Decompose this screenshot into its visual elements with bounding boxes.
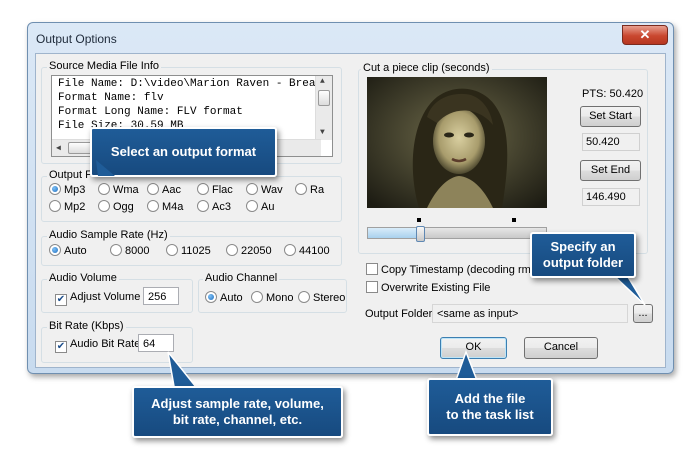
callout-text: Add the file <box>454 391 526 406</box>
callout-output-folder: Specify an output folder <box>530 232 636 278</box>
callout-add-to-task-list: Add the file to the task list <box>427 378 553 436</box>
callout-text: to the task list <box>446 407 534 422</box>
callout-text: output folder <box>542 255 624 270</box>
callout-text: Adjust sample rate, volume, <box>151 396 324 411</box>
callout-text: Specify an <box>550 239 616 254</box>
callout-pointers <box>96 160 646 393</box>
callout-adjust-settings: Adjust sample rate, volume, bit rate, ch… <box>132 386 343 438</box>
callout-text: bit rate, channel, etc. <box>172 412 303 427</box>
